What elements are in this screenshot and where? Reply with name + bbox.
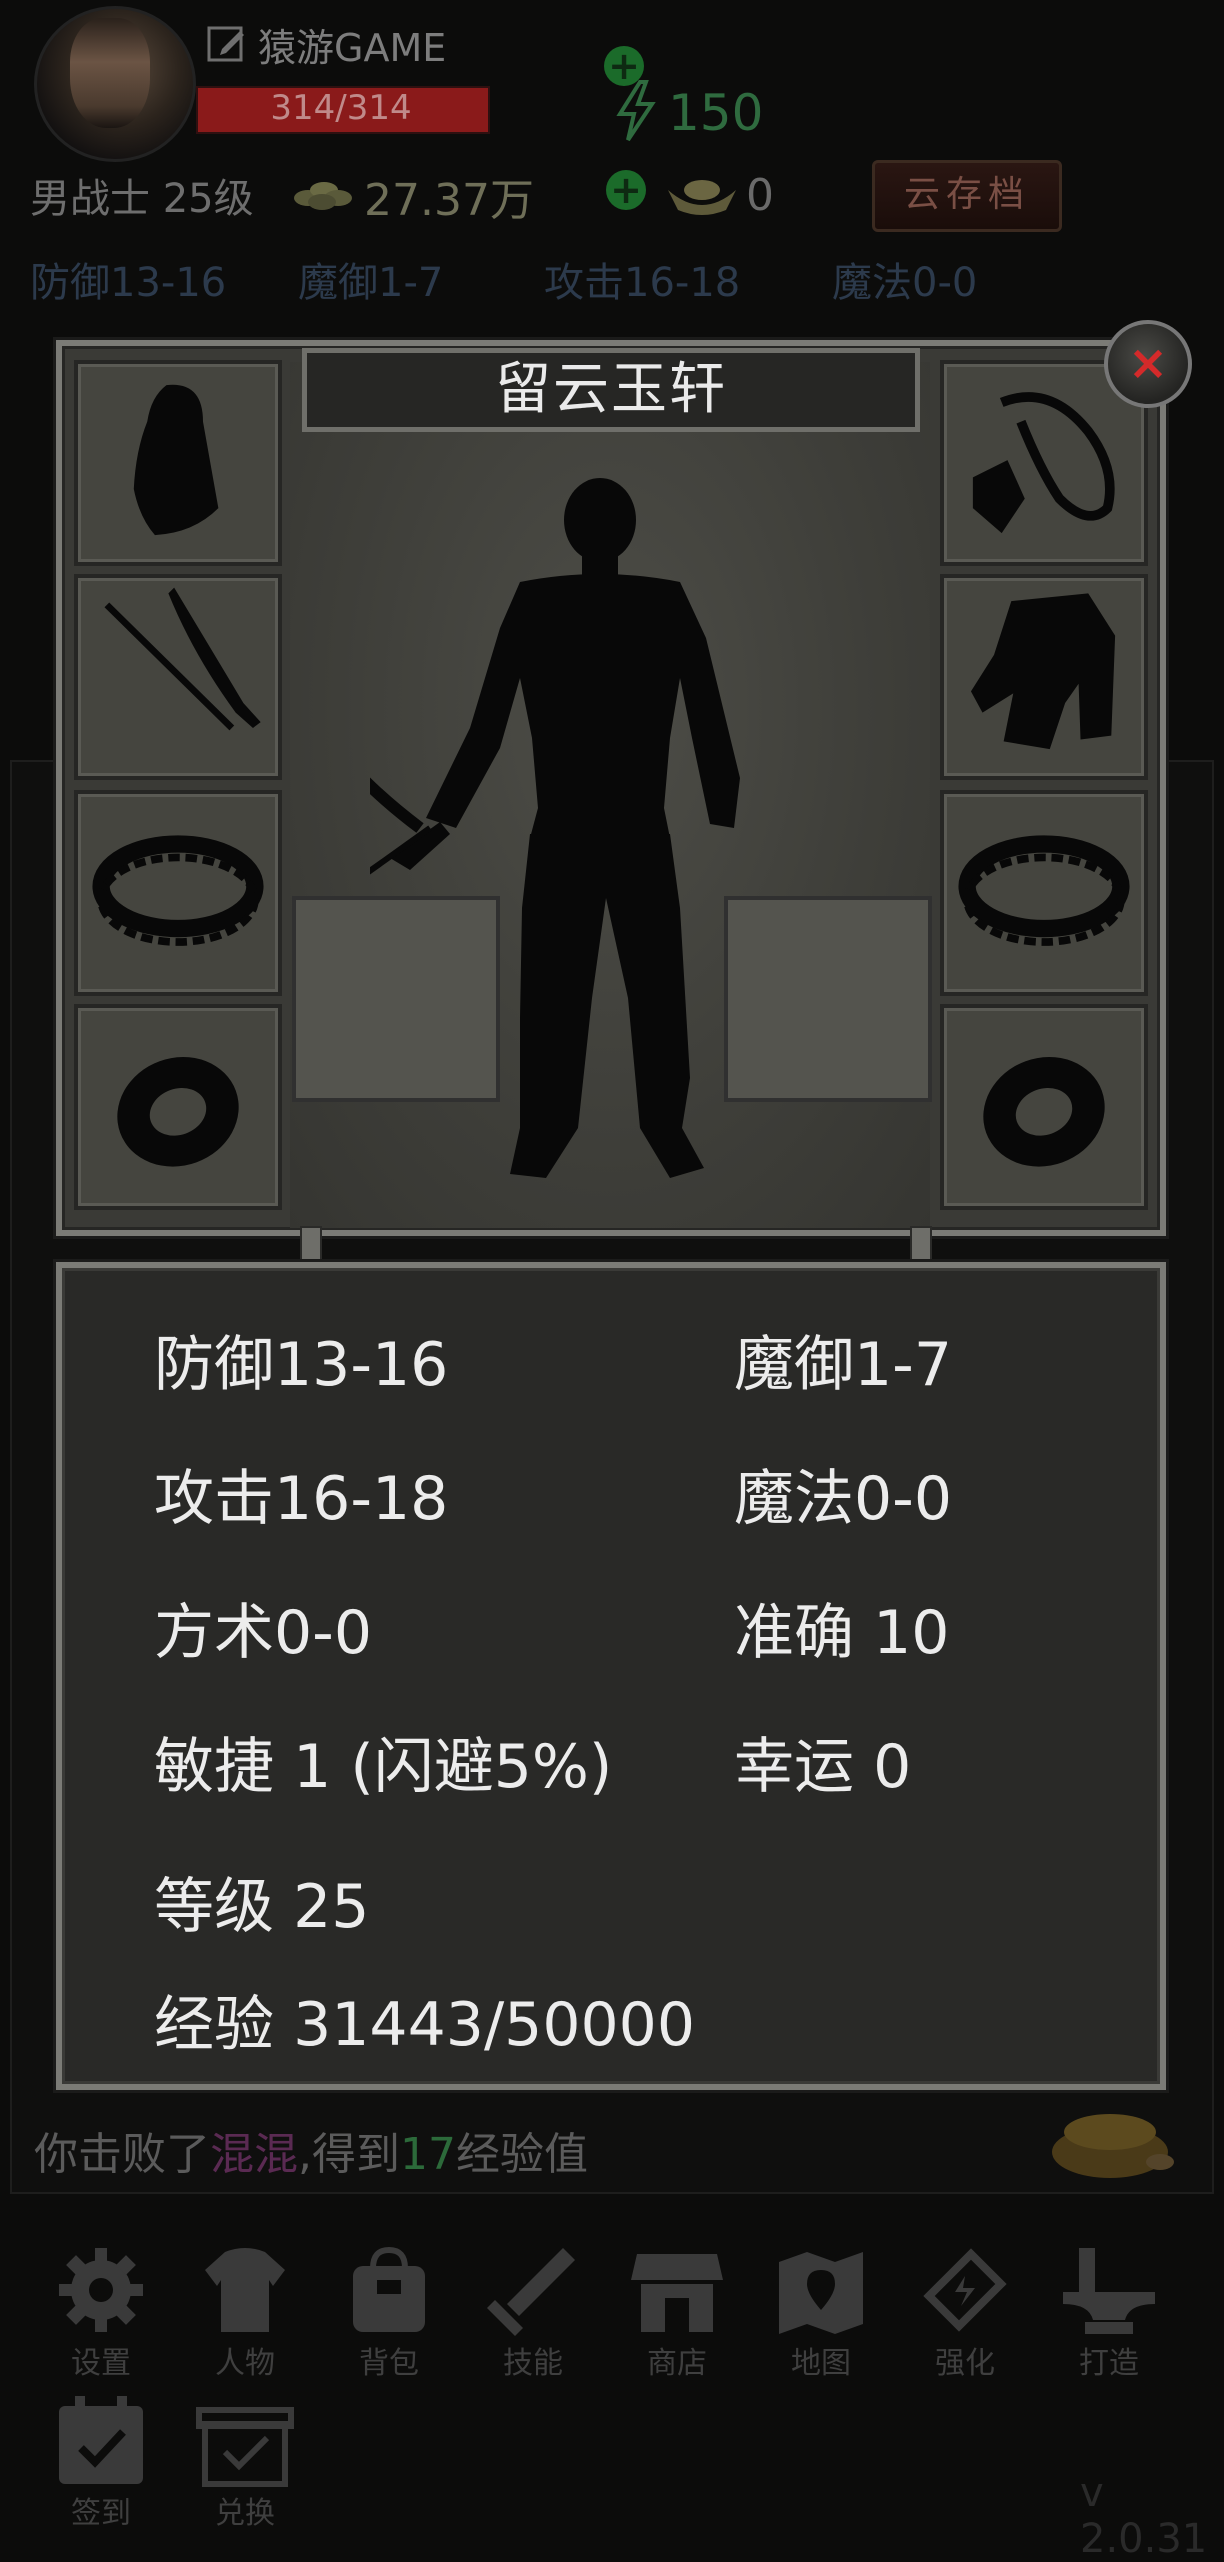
gold-ingot-icon: [668, 180, 736, 215]
nav-label: 技能: [503, 2346, 563, 2381]
treasure-pot-icon[interactable]: [1030, 2092, 1190, 2182]
nav-label: 设置: [71, 2346, 131, 2381]
bracelet-icon: [92, 835, 264, 946]
nav-shop[interactable]: 商店: [622, 2240, 732, 2381]
nav-label: 签到: [71, 2496, 131, 2531]
class-level-text: 男战士 25级: [30, 176, 254, 222]
top-stat-attack: 攻击16-18: [544, 260, 741, 306]
top-stat-defense: 防御13-16: [30, 260, 227, 306]
nav-enhance[interactable]: 强化: [910, 2240, 1020, 2381]
stat-luck: 幸运 0: [734, 1732, 912, 1802]
stat-level: 等级 25: [154, 1872, 370, 1942]
nav-label: 背包: [359, 2346, 419, 2381]
stat-accuracy: 准确 10: [734, 1598, 950, 1668]
equip-slot-bracelet-left[interactable]: [74, 790, 282, 996]
equip-slot-weapon[interactable]: [74, 574, 282, 780]
enhance-icon: [923, 2248, 1007, 2332]
nav-skills[interactable]: 技能: [478, 2240, 588, 2381]
stat-magic-defense: 魔御1-7: [734, 1330, 952, 1400]
exchange-icon: [196, 2407, 294, 2487]
player-name: 猿游GAME: [258, 25, 447, 70]
equip-slot-bracelet-right[interactable]: [940, 790, 1148, 996]
cloud-save-button[interactable]: 云存档: [872, 160, 1062, 232]
stat-experience: 经验 31443/50000: [154, 1990, 696, 2060]
close-button[interactable]: ×: [1104, 320, 1192, 408]
stat-taoism: 方术0-0: [154, 1598, 372, 1668]
ingot-value: 0: [746, 170, 774, 221]
hp-text: 314/314: [270, 88, 412, 128]
gold-value: 27.37万: [364, 175, 534, 226]
add-ingot-icon[interactable]: +: [606, 170, 646, 210]
ring-icon: [983, 1057, 1105, 1167]
lightning-icon: [616, 80, 656, 142]
map-icon: [779, 2252, 863, 2334]
checkin-icon: [59, 2396, 143, 2484]
bracelet-icon: [958, 835, 1130, 946]
log-suffix: 经验值: [456, 2129, 588, 2180]
nav-exchange[interactable]: 兑换: [190, 2390, 300, 2531]
skill-icon: [487, 2248, 575, 2336]
nav-label: 地图: [791, 2346, 851, 2381]
gold-coins-icon: [294, 182, 352, 210]
nav-label: 强化: [935, 2346, 995, 2381]
armor-icon: [970, 593, 1116, 750]
forge-icon: [1063, 2248, 1155, 2334]
nav-bag[interactable]: 背包: [334, 2240, 444, 2381]
shop-icon: [631, 2254, 723, 2332]
helmet-icon: [133, 384, 219, 536]
energy-value: 150: [668, 84, 764, 142]
battle-log-line: 你击败了混混,得到17经验值: [34, 2118, 588, 2182]
equip-slot-helmet[interactable]: [74, 360, 282, 566]
nav-map[interactable]: 地图: [766, 2240, 876, 2381]
equip-slot-ring-right[interactable]: [940, 1004, 1148, 1210]
sword-icon: [104, 587, 261, 731]
nav-checkin[interactable]: 签到: [46, 2390, 156, 2531]
log-enemy-name: 混混: [210, 2129, 298, 2180]
avatar-portrait: [70, 18, 150, 128]
ring-icon: [117, 1057, 239, 1167]
gear-icon: [59, 2248, 143, 2332]
log-exp-value: 17: [400, 2129, 456, 2180]
nav-character[interactable]: 人物: [190, 2240, 300, 2381]
necklace-icon: [972, 392, 1115, 534]
equip-slot-armor[interactable]: [940, 574, 1148, 780]
version-text: v 2.0.31: [1080, 2470, 1208, 2562]
nav-settings[interactable]: 设置: [46, 2240, 156, 2381]
edit-icon[interactable]: [206, 23, 248, 65]
nav-label: 兑换: [215, 2496, 275, 2531]
log-prefix: 你击败了: [34, 2129, 210, 2180]
nav-label: 商店: [647, 2346, 707, 2381]
panel-title: 留云玉轩: [495, 357, 727, 422]
stat-magic: 魔法0-0: [734, 1464, 952, 1534]
bag-icon: [353, 2246, 425, 2332]
top-stat-magic: 魔法0-0: [832, 260, 978, 306]
character-icon: [205, 2248, 285, 2332]
stat-agility: 敏捷 1 (闪避5%): [154, 1732, 613, 1802]
nav-label: 人物: [215, 2346, 275, 2381]
player-name-row: 猿游GAME: [206, 20, 446, 70]
equip-slot-ring-left[interactable]: [74, 1004, 282, 1210]
character-silhouette: [370, 478, 740, 1178]
nav-forge[interactable]: 打造: [1054, 2240, 1164, 2381]
stat-attack: 攻击16-18: [154, 1464, 449, 1534]
log-middle: ,得到: [298, 2129, 400, 2180]
stat-defense: 防御13-16: [154, 1330, 449, 1400]
top-stat-magic-defense: 魔御1-7: [298, 260, 444, 306]
nav-label: 打造: [1079, 2346, 1139, 2381]
